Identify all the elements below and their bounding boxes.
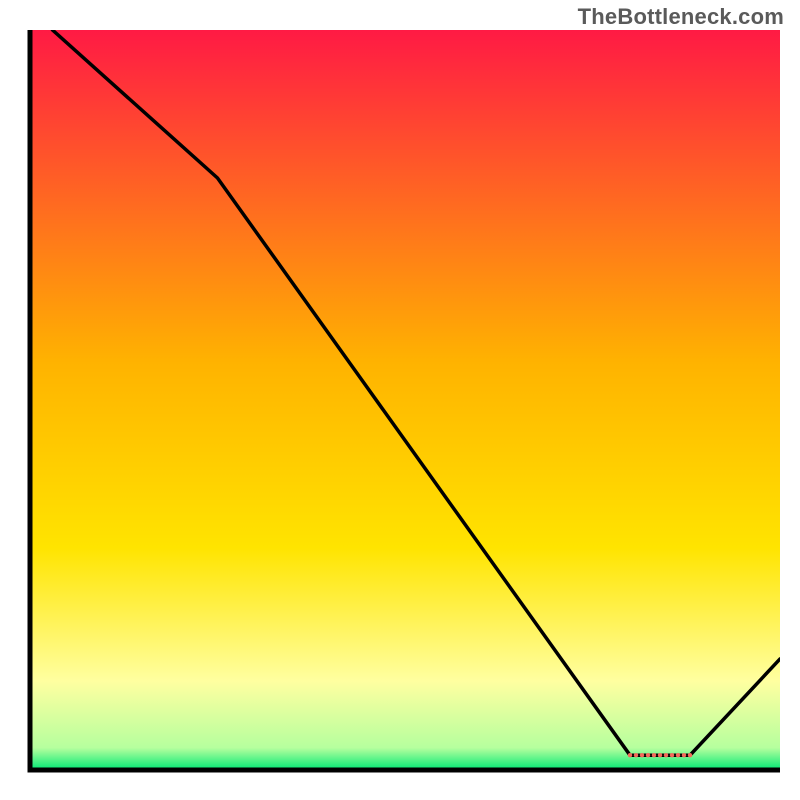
- plot-area: [30, 30, 780, 770]
- plot-background: [30, 30, 780, 770]
- baseline-marker: [628, 753, 692, 757]
- chart-svg: [0, 0, 800, 800]
- chart-container: TheBottleneck.com: [0, 0, 800, 800]
